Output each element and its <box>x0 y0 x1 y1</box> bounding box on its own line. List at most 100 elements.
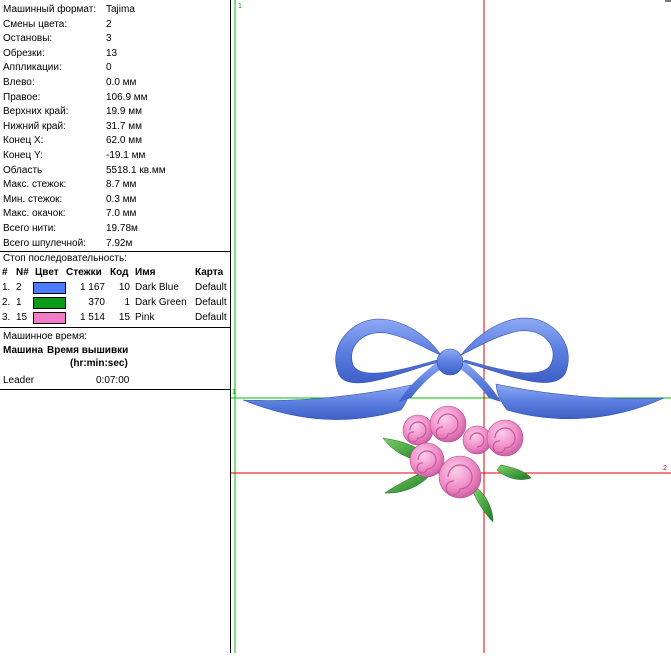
stop-chart: Default <box>195 312 227 324</box>
stat-label: Мин. стежок: <box>3 193 63 205</box>
stat-row: Конец X: 62.0 мм <box>0 134 230 149</box>
color-swatch[interactable] <box>33 312 66 325</box>
col-color: Цвет <box>35 267 59 279</box>
col-time-units: (hr:min:sec) <box>70 358 128 370</box>
design-statistics: Машинный формат: Tajima Смены цвета: 2 Остан… <box>0 0 230 251</box>
stop-code: 10 <box>118 282 130 294</box>
stat-row: Всего шпулечной: 7.92м <box>0 237 230 252</box>
stop-chart: Default <box>195 282 227 294</box>
stat-row: Правое: 106.9 мм <box>0 91 230 106</box>
leaf-bottom <box>472 486 494 523</box>
stat-value: -19.1 мм <box>106 149 146 161</box>
stat-value: 31.7 мм <box>106 120 142 132</box>
col-index: # <box>2 267 8 279</box>
stop-sequence-list: 1. 2 1 167 10 Dark Blue Default 2. 1 370 1 Dark Gr… <box>0 280 230 325</box>
rose-top-left <box>402 414 434 446</box>
rose-top-center <box>429 405 467 443</box>
leaf-right <box>496 464 532 480</box>
rose-bottom-left <box>409 442 445 478</box>
stat-label: Смены цвета: <box>3 18 68 30</box>
stat-label: Правое: <box>3 91 41 103</box>
stat-row: Всего нити: 19.78м <box>0 222 230 237</box>
color-swatch[interactable] <box>33 297 66 310</box>
stat-label: Аппликации: <box>3 62 62 74</box>
stop-color-name: Pink <box>135 312 155 324</box>
stat-value: 13 <box>106 47 118 59</box>
stat-row: Нижний край: 31.7 мм <box>0 120 230 135</box>
stat-label: Всего нити: <box>3 222 57 234</box>
stat-row: Верхних край: 19.9 мм <box>0 105 230 120</box>
stat-label: Верхних край: <box>3 106 69 118</box>
stop-chart: Default <box>195 297 227 309</box>
rose-bottom-center <box>438 455 482 499</box>
stat-value: Tajima <box>106 4 135 15</box>
bow-design <box>242 317 665 420</box>
design-canvas[interactable]: 1 1 2 <box>231 0 671 653</box>
stat-label: Конец Y: <box>3 149 43 161</box>
guide-label-left: 1 <box>232 389 236 396</box>
stat-row: Обрезки: 13 <box>0 47 230 62</box>
stop-sequence-row[interactable]: 3. 15 1 514 15 Pink Default <box>0 310 230 325</box>
stop-color-name: Dark Blue <box>135 282 179 294</box>
stat-value: 7.92м <box>106 237 133 249</box>
stat-label: Всего шпулечной: <box>3 237 86 249</box>
stat-value: 62.0 мм <box>106 135 142 147</box>
embroidery-time: 0:07:00 <box>96 375 130 387</box>
stat-row: Остановы: 3 <box>0 32 230 47</box>
col-machine: Машина <box>3 345 44 357</box>
stat-row: Конец Y: -19.1 мм <box>0 149 230 164</box>
stop-needle: 15 <box>16 312 28 324</box>
bow-left-link <box>399 362 443 402</box>
stat-value: 0 <box>106 62 112 74</box>
stat-value: 3 <box>106 33 112 45</box>
col-code: Код <box>110 267 129 279</box>
stop-color-name: Dark Green <box>135 297 187 309</box>
stat-label: Машинный формат: <box>3 4 97 15</box>
stat-label: Остановы: <box>3 33 53 45</box>
stop-index: 3. <box>2 312 11 324</box>
stat-row: Мин. стежок: 0.3 мм <box>0 193 230 208</box>
stop-index: 1. <box>2 282 11 294</box>
stat-label: Макс. стежок: <box>3 179 67 191</box>
stat-row: Влево: 0.0 мм <box>0 76 230 91</box>
stat-label: Влево: <box>3 76 35 88</box>
stop-stitches: 1 514 <box>79 312 105 324</box>
stat-value: 7.0 мм <box>106 208 137 220</box>
stat-value: 19.9 мм <box>106 106 142 118</box>
stat-label: Макс. окачок: <box>3 208 66 220</box>
col-embroidery-time: Время вышивки <box>47 345 129 357</box>
divider <box>0 327 230 329</box>
stop-sequence-row[interactable]: 1. 2 1 167 10 Dark Blue Default <box>0 280 230 295</box>
guide-label-right: 2 <box>663 465 667 472</box>
bow-left-ribbon-tail <box>242 384 412 420</box>
stat-value: 106.9 мм <box>106 91 148 103</box>
rose-middle-right <box>462 425 492 455</box>
color-swatch[interactable] <box>33 282 66 295</box>
stat-value: 19.78м <box>106 222 138 234</box>
machine-name: Leader <box>3 375 35 387</box>
roses-design <box>402 405 524 499</box>
bow-knot <box>436 348 464 376</box>
stop-needle: 1 <box>16 297 22 309</box>
machine-time-list: Leader 0:07:00 <box>0 374 230 388</box>
stop-index: 2. <box>2 297 11 309</box>
stop-sequence-row[interactable]: 2. 1 370 1 Dark Green Default <box>0 295 230 310</box>
canvas-corner-mark <box>665 0 671 2</box>
bow-right-ribbon-tail <box>495 383 665 420</box>
machine-time-title: Машинное время: <box>3 331 88 343</box>
stop-stitches: 370 <box>88 297 105 309</box>
stat-value: 0.0 мм <box>106 76 137 88</box>
machine-time-row: Leader 0:07:00 <box>0 374 230 388</box>
stat-row: Смены цвета: 2 <box>0 18 230 33</box>
stat-row: Область 5518.1 кв.мм <box>0 164 230 179</box>
stat-label: Нижний край: <box>3 120 66 132</box>
stat-value: 2 <box>106 18 112 30</box>
embroidery-preview[interactable]: 1 1 2 <box>231 0 671 653</box>
col-chart: Карта <box>195 267 224 279</box>
stop-sequence-title: Стоп последовательность: <box>3 253 127 265</box>
col-needle: N# <box>16 267 29 279</box>
machine-time-header: Машина Время вышивки (hr:min:sec) <box>0 344 230 374</box>
stat-row: Макс. окачок: 7.0 мм <box>0 207 230 222</box>
stop-stitches: 1 167 <box>79 282 105 294</box>
stop-needle: 2 <box>16 282 22 294</box>
